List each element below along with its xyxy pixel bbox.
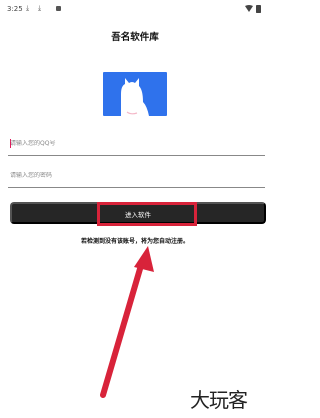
qq-field[interactable] [8,136,265,156]
status-right-icons [245,5,261,13]
password-field[interactable] [8,168,265,188]
notification-icon [56,6,61,11]
auto-register-notice: 若检测到没有该账号，将为您自动注册。 [80,238,189,245]
battery-icon [256,5,261,13]
password-input[interactable] [10,172,260,179]
status-bar: 3:25 ⤓ ⤓ [0,0,270,20]
highlight-box [97,202,197,226]
watermark: 大玩客 [190,388,248,412]
download-icon: ⤓ [26,4,30,12]
qq-input[interactable] [10,140,260,147]
cat-logo-icon [103,72,167,116]
wifi-icon [245,5,253,12]
download-icon: ⤓ [38,4,42,12]
app-title: 吾名软件库 [111,32,159,43]
status-time: 3:25 [7,5,23,13]
